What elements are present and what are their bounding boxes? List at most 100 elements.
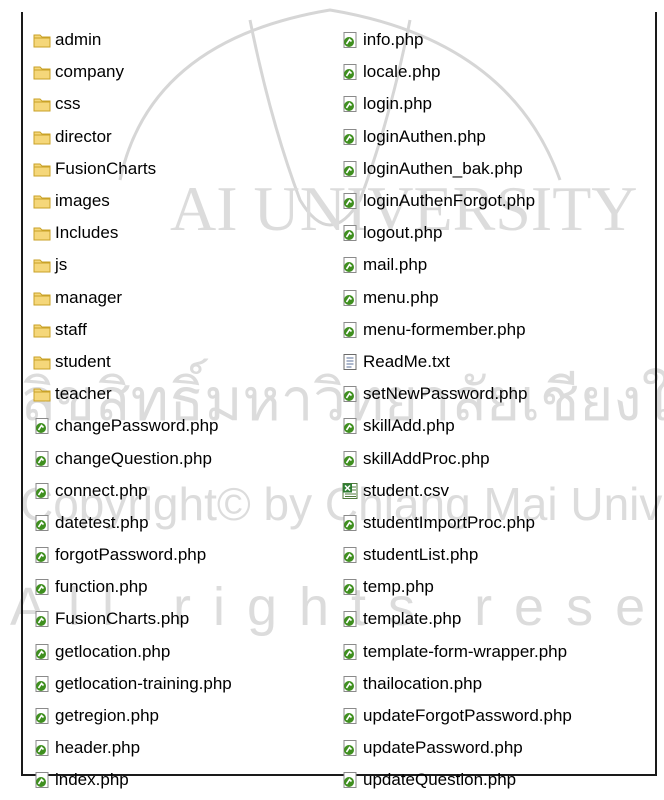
php-file-icon: [341, 192, 359, 210]
item-label: getlocation-training.php: [55, 673, 232, 693]
folder-icon: [33, 160, 51, 178]
file-item[interactable]: setNewPassword.php: [341, 378, 572, 410]
file-item[interactable]: ReadMe.txt: [341, 346, 572, 378]
file-item[interactable]: updateForgotPassword.php: [341, 700, 572, 732]
item-label: function.php: [55, 577, 148, 597]
folder-icon: [33, 192, 51, 210]
php-file-icon: [341, 224, 359, 242]
folder-item[interactable]: admin: [33, 24, 232, 56]
folder-item[interactable]: manager: [33, 282, 232, 314]
item-label: mail.php: [363, 255, 428, 275]
folder-icon: [33, 95, 51, 113]
file-item[interactable]: datetest.php: [33, 507, 232, 539]
file-item[interactable]: skillAddProc.php: [341, 442, 572, 474]
file-item[interactable]: getregion.php: [33, 700, 232, 732]
folder-item[interactable]: company: [33, 56, 232, 88]
php-file-icon: [341, 321, 359, 339]
item-label: locale.php: [363, 62, 441, 82]
php-file-icon: [341, 385, 359, 403]
item-label: student: [55, 351, 111, 371]
file-item[interactable]: template.php: [341, 603, 572, 635]
php-file-icon: [341, 128, 359, 146]
file-item[interactable]: function.php: [33, 571, 232, 603]
file-column-right: info.php locale.php login.php loginAuthen.p…: [341, 24, 572, 797]
csv-file-icon: [341, 482, 359, 500]
file-item[interactable]: updatePassword.php: [341, 732, 572, 764]
folder-item[interactable]: css: [33, 88, 232, 120]
file-item[interactable]: forgotPassword.php: [33, 539, 232, 571]
file-item[interactable]: getlocation.php: [33, 636, 232, 668]
folder-item[interactable]: js: [33, 249, 232, 281]
item-label: menu.php: [363, 287, 439, 307]
file-item[interactable]: studentList.php: [341, 539, 572, 571]
item-label: temp.php: [363, 577, 434, 597]
item-label: setNewPassword.php: [363, 384, 528, 404]
php-file-icon: [341, 256, 359, 274]
folder-item[interactable]: FusionCharts: [33, 153, 232, 185]
item-label: getlocation.php: [55, 641, 171, 661]
file-item[interactable]: FusionCharts.php: [33, 603, 232, 635]
folder-item[interactable]: images: [33, 185, 232, 217]
file-item[interactable]: skillAdd.php: [341, 410, 572, 442]
file-item[interactable]: temp.php: [341, 571, 572, 603]
folder-item[interactable]: student: [33, 346, 232, 378]
php-file-icon: [33, 578, 51, 596]
folder-icon: [33, 385, 51, 403]
php-file-icon: [341, 289, 359, 307]
file-item[interactable]: student.csv: [341, 475, 572, 507]
item-label: updateQuestion.php: [363, 770, 517, 790]
file-item[interactable]: loginAuthen_bak.php: [341, 153, 572, 185]
folder-item[interactable]: Includes: [33, 217, 232, 249]
php-file-icon: [33, 643, 51, 661]
file-item[interactable]: info.php: [341, 24, 572, 56]
folder-icon: [33, 31, 51, 49]
php-file-icon: [33, 675, 51, 693]
item-label: css: [55, 94, 81, 114]
file-item[interactable]: menu-formember.php: [341, 314, 572, 346]
folder-icon: [33, 224, 51, 242]
item-label: skillAdd.php: [363, 416, 455, 436]
file-item[interactable]: header.php: [33, 732, 232, 764]
file-item[interactable]: locale.php: [341, 56, 572, 88]
item-label: teacher: [55, 384, 112, 404]
php-file-icon: [33, 739, 51, 757]
folder-item[interactable]: teacher: [33, 378, 232, 410]
text-file-icon: [341, 353, 359, 371]
file-item[interactable]: logout.php: [341, 217, 572, 249]
item-label: datetest.php: [55, 512, 149, 532]
file-item[interactable]: changePassword.php: [33, 410, 232, 442]
php-file-icon: [341, 643, 359, 661]
item-label: admin: [55, 30, 102, 50]
item-label: forgotPassword.php: [55, 545, 207, 565]
item-label: FusionCharts: [55, 158, 157, 178]
file-item[interactable]: getlocation-training.php: [33, 668, 232, 700]
item-label: ReadMe.txt: [363, 351, 450, 371]
file-item[interactable]: thailocation.php: [341, 668, 572, 700]
file-item[interactable]: menu.php: [341, 282, 572, 314]
folder-item[interactable]: staff: [33, 314, 232, 346]
file-item[interactable]: updateQuestion.php: [341, 764, 572, 796]
php-file-icon: [341, 160, 359, 178]
file-item[interactable]: connect.php: [33, 475, 232, 507]
item-label: FusionCharts.php: [55, 609, 190, 629]
file-item[interactable]: mail.php: [341, 249, 572, 281]
file-item[interactable]: template-form-wrapper.php: [341, 636, 572, 668]
item-label: menu-formember.php: [363, 319, 526, 339]
php-file-icon: [33, 417, 51, 435]
file-item[interactable]: login.php: [341, 88, 572, 120]
folder-item[interactable]: director: [33, 121, 232, 153]
file-item[interactable]: loginAuthenForgot.php: [341, 185, 572, 217]
folder-icon: [33, 289, 51, 307]
item-label: staff: [55, 319, 87, 339]
item-label: logout.php: [363, 223, 443, 243]
item-label: skillAddProc.php: [363, 448, 490, 468]
php-file-icon: [341, 95, 359, 113]
file-item[interactable]: loginAuthen.php: [341, 121, 572, 153]
file-item[interactable]: studentImportProc.php: [341, 507, 572, 539]
item-label: getregion.php: [55, 706, 159, 726]
php-file-icon: [33, 514, 51, 532]
file-item[interactable]: index.php: [33, 764, 232, 796]
file-item[interactable]: changeQuestion.php: [33, 442, 232, 474]
php-file-icon: [341, 514, 359, 532]
item-label: company: [55, 62, 124, 82]
